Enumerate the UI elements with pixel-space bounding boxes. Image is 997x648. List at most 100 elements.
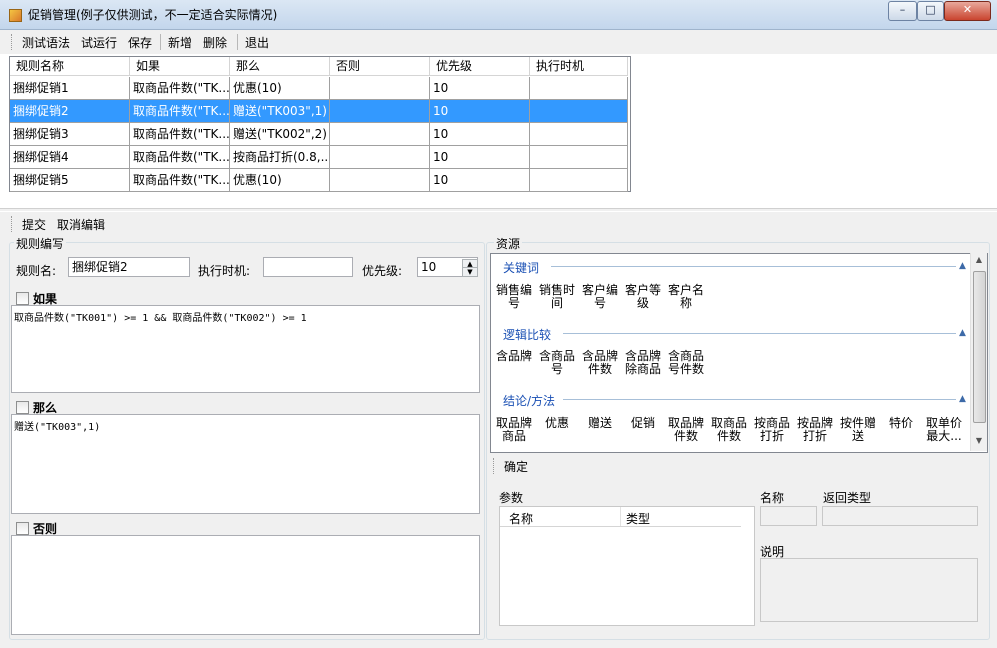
column-header-then[interactable]: 那么 <box>230 57 330 76</box>
cell-timing[interactable] <box>530 169 628 192</box>
resource-item[interactable]: 销售编 号 <box>494 284 534 310</box>
resource-item[interactable]: 取品牌 商品 <box>494 417 534 443</box>
params-column-name[interactable]: 名称 <box>509 510 533 527</box>
column-header-rule-name[interactable]: 规则名称 <box>10 57 130 76</box>
column-header-if[interactable]: 如果 <box>130 57 230 76</box>
rule-name-input[interactable]: 捆绑促销2 <box>68 257 190 277</box>
table-row[interactable]: 捆绑促销3 取商品件数("TK... 赠送("TK002",2) 10 <box>10 123 628 146</box>
cell-then[interactable]: 优惠(10) <box>230 77 330 100</box>
cell-if[interactable]: 取商品件数("TK... <box>130 123 230 146</box>
cell-rule-name[interactable]: 捆绑促销5 <box>10 169 130 192</box>
column-header-timing[interactable]: 执行时机 <box>530 57 628 76</box>
cell-then[interactable]: 赠送("TK002",2) <box>230 123 330 146</box>
resources-scrollbar[interactable]: ▲ ▼ <box>970 253 987 451</box>
resource-item[interactable]: 赠送 <box>580 417 620 430</box>
resource-item[interactable]: 取单价 最大... <box>924 417 964 443</box>
resource-item[interactable]: 取品牌 件数 <box>666 417 706 443</box>
cell-rule-name[interactable]: 捆绑促销4 <box>10 146 130 169</box>
resource-item[interactable]: 含品牌 除商品 <box>623 350 663 376</box>
scroll-thumb[interactable] <box>973 271 986 423</box>
resource-item[interactable]: 取商品 件数 <box>709 417 749 443</box>
resource-item[interactable]: 特价 <box>881 417 921 430</box>
resource-item[interactable]: 按品牌 打折 <box>795 417 835 443</box>
resource-item[interactable]: 销售时 间 <box>537 284 577 310</box>
cell-else[interactable] <box>330 123 430 146</box>
resource-item[interactable]: 优惠 <box>537 417 577 430</box>
resource-item[interactable]: 客户编 号 <box>580 284 620 310</box>
resource-item[interactable]: 含品牌 <box>494 350 534 363</box>
cell-priority[interactable]: 10 <box>430 146 530 169</box>
cell-timing[interactable] <box>530 123 628 146</box>
table-row[interactable]: 捆绑促销2 取商品件数("TK... 赠送("TK003",1) 10 <box>10 100 628 123</box>
resource-item[interactable]: 客户等 级 <box>623 284 663 310</box>
scroll-up-icon[interactable]: ▲ <box>971 255 987 267</box>
cell-timing[interactable] <box>530 77 628 100</box>
then-checkbox[interactable] <box>16 401 29 414</box>
cell-else[interactable] <box>330 169 430 192</box>
cell-else[interactable] <box>330 146 430 169</box>
table-row[interactable]: 捆绑促销5 取商品件数("TK... 优惠(10) 10 <box>10 169 628 192</box>
maximize-button[interactable]: □ <box>917 1 944 21</box>
stepper-down-icon[interactable]: ▼ <box>462 267 478 277</box>
cell-timing[interactable] <box>530 100 628 123</box>
cell-then[interactable]: 赠送("TK003",1) <box>230 100 330 123</box>
table-row[interactable]: 捆绑促销1 取商品件数("TK... 优惠(10) 10 <box>10 77 628 100</box>
add-button[interactable]: 新增 <box>168 34 192 51</box>
cell-priority[interactable]: 10 <box>430 77 530 100</box>
resource-item[interactable]: 促销 <box>623 417 663 430</box>
collapse-icon[interactable]: ▲ <box>959 262 967 271</box>
column-header-else[interactable]: 否则 <box>330 57 430 76</box>
test-syntax-button[interactable]: 测试语法 <box>22 34 70 51</box>
cell-priority[interactable]: 10 <box>430 123 530 146</box>
delete-button[interactable]: 删除 <box>203 34 227 51</box>
else-checkbox[interactable] <box>16 522 29 535</box>
section-title-logic[interactable]: 逻辑比较 <box>503 326 551 343</box>
scroll-down-icon[interactable]: ▼ <box>971 436 987 448</box>
confirm-button[interactable]: 确定 <box>504 458 528 475</box>
cell-if[interactable]: 取商品件数("TK... <box>130 146 230 169</box>
save-button[interactable]: 保存 <box>128 34 152 51</box>
resource-item[interactable]: 含商品 号件数 <box>666 350 706 376</box>
cell-then[interactable]: 按商品打折(0.8,... <box>230 146 330 169</box>
app-icon <box>9 9 22 22</box>
close-button[interactable]: ✕ <box>944 1 991 21</box>
cell-priority[interactable]: 10 <box>430 169 530 192</box>
resource-item[interactable]: 按件赠 送 <box>838 417 878 443</box>
resource-item[interactable]: 含商品 号 <box>537 350 577 376</box>
table-row[interactable]: 捆绑促销4 取商品件数("TK... 按商品打折(0.8,... 10 <box>10 146 628 169</box>
section-title-methods[interactable]: 结论/方法 <box>503 392 555 409</box>
cell-rule-name[interactable]: 捆绑促销1 <box>10 77 130 100</box>
resource-item[interactable]: 含品牌 件数 <box>580 350 620 376</box>
params-list[interactable]: 名称 类型 <box>499 506 755 626</box>
trial-run-button[interactable]: 试运行 <box>81 34 117 51</box>
submit-button[interactable]: 提交 <box>22 216 46 233</box>
else-textarea[interactable] <box>11 535 480 635</box>
exit-button[interactable]: 退出 <box>245 34 269 51</box>
cancel-edit-button[interactable]: 取消编辑 <box>57 216 105 233</box>
cell-rule-name[interactable]: 捆绑促销3 <box>10 123 130 146</box>
column-header-priority[interactable]: 优先级 <box>430 57 530 76</box>
cell-else[interactable] <box>330 100 430 123</box>
minimize-button[interactable]: – <box>888 1 917 21</box>
cell-priority[interactable]: 10 <box>430 100 530 123</box>
if-textarea[interactable]: 取商品件数("TK001") >= 1 && 取商品件数("TK002") >=… <box>11 305 480 393</box>
cell-if[interactable]: 取商品件数("TK... <box>130 77 230 100</box>
cell-then[interactable]: 优惠(10) <box>230 169 330 192</box>
section-title-keywords[interactable]: 关键词 <box>503 259 539 276</box>
resource-item[interactable]: 按商品 打折 <box>752 417 792 443</box>
timing-input[interactable] <box>263 257 353 277</box>
splitter[interactable] <box>0 208 997 212</box>
else-text <box>12 536 479 542</box>
cell-rule-name[interactable]: 捆绑促销2 <box>10 100 130 123</box>
params-column-type[interactable]: 类型 <box>626 510 650 527</box>
cell-if[interactable]: 取商品件数("TK... <box>130 169 230 192</box>
cell-else[interactable] <box>330 77 430 100</box>
resource-item[interactable]: 客户名 称 <box>666 284 706 310</box>
then-textarea[interactable]: 赠送("TK003",1) <box>11 414 480 514</box>
resources-group-title: 资源 <box>494 235 523 252</box>
if-checkbox[interactable] <box>16 292 29 305</box>
cell-timing[interactable] <box>530 146 628 169</box>
collapse-icon[interactable]: ▲ <box>959 329 967 338</box>
cell-if[interactable]: 取商品件数("TK... <box>130 100 230 123</box>
collapse-icon[interactable]: ▲ <box>959 395 967 404</box>
